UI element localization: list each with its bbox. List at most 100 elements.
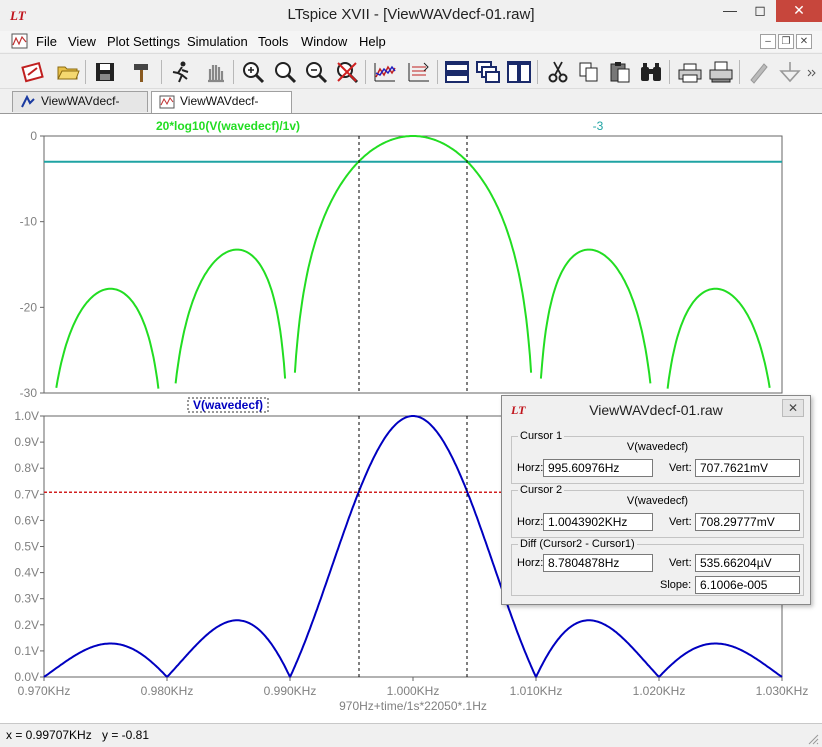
vert-label: Vert: [669,516,692,528]
mdi-close-icon[interactable]: ✕ [796,34,812,49]
db-trace-segment [666,287,771,389]
top-pane[interactable]: 0 -10 -20 -30 20*log10(V(wavedecf)/1v) -3 [20,119,783,400]
new-schematic-icon[interactable] [20,59,46,85]
x-tick-label: 0.980KHz [141,684,194,698]
menu-view[interactable]: View [68,34,96,49]
tab-waveform[interactable]: ViewWAVdecf-01.raw [151,91,292,127]
mdi-minimize-icon[interactable]: – [760,34,776,49]
diff-horz-field[interactable]: 8.7804878Hz [543,554,653,572]
zoom-back-icon[interactable] [303,59,329,85]
close-icon[interactable]: ✕ [776,0,822,22]
menu-file[interactable]: File [36,34,57,49]
mdi-restore-icon[interactable]: ❐ [778,34,794,49]
bottom-y-tick-label: 0.4V [14,566,39,580]
menu-plot-settings[interactable]: Plot Settings [107,34,180,49]
vert-label: Vert: [669,462,692,474]
print-setup-icon[interactable] [708,59,734,85]
minimize-icon[interactable]: — [715,0,745,22]
cursor2-vert-field[interactable]: 708.29777mV [695,513,800,531]
cursor2-horz-field[interactable]: 1.0043902KHz [543,513,653,531]
run-icon[interactable] [168,59,194,85]
window-title: LTspice XVII - [ViewWAVdecf-01.raw] [287,6,535,23]
db-trace-segment [55,287,160,389]
horz-label: Horz: [517,516,544,528]
pick-visible-icon[interactable] [406,59,432,85]
toolbar-separator [365,60,366,84]
x-tick-label: 0.990KHz [264,684,317,698]
schematic-icon [21,95,35,108]
bottom-y-tick-label: 0.9V [14,435,39,449]
top-y-tick-label: -10 [20,215,38,229]
cursor-window-title: ViewWAVdecf-01.raw [589,402,723,418]
close-icon[interactable]: ✕ [782,399,804,417]
tab-schematic[interactable]: ViewWAVdecf-01.asc [12,91,148,127]
find-icon[interactable] [638,59,664,85]
hammer-icon[interactable] [130,59,156,85]
title-bar: LT LTspice XVII - [ViewWAVdecf-01.raw] —… [0,0,822,31]
autorange-icon[interactable] [372,59,398,85]
save-icon[interactable] [92,59,118,85]
tile-horizontal-icon[interactable] [444,59,470,85]
pan-hand-icon[interactable] [202,59,228,85]
cut-icon[interactable] [545,59,571,85]
cursor1-horz-field[interactable]: 995.60976Hz [543,459,653,477]
cursor2-trace: V(wavedecf) [626,495,689,507]
cursor1-group: Cursor 1 V(wavedecf) Horz: 995.60976Hz V… [511,430,804,484]
top-trace-label: 20*log10(V(wavedecf)/1v) [156,119,300,133]
zoom-in-icon[interactable] [240,59,266,85]
maximize-icon[interactable]: ◻ [745,0,775,22]
waveform-icon [159,95,175,109]
toolbar-separator [669,60,670,84]
cursor1-vert-field[interactable]: 707.7621mV [695,459,800,477]
diff-vert-field[interactable]: 535.66204µV [695,554,800,572]
slope-label: Slope: [660,579,692,591]
menu-bar: File View Plot Settings Simulation Tools… [0,31,822,52]
bottom-y-tick-label: 0.5V [14,540,39,554]
x-tick-label: 1.020KHz [633,684,686,698]
status-x-readout: x = 0.99707KHz [6,728,92,742]
zoom-cancel-icon[interactable] [334,59,360,85]
menu-tools[interactable]: Tools [258,34,288,49]
zoom-out-icon[interactable] [272,59,298,85]
diff-label: Diff (Cursor2 - Cursor1) [518,538,637,550]
copy-icon[interactable] [576,59,602,85]
bottom-y-tick-label: 1.0V [14,409,39,423]
resize-grip-icon[interactable] [806,732,819,745]
minus-3db-marker-label: -3 [593,119,604,133]
cascade-icon[interactable] [475,59,501,85]
menu-help[interactable]: Help [359,34,386,49]
cursor1-trace: V(wavedecf) [626,441,689,453]
toolbar-separator [85,60,86,84]
ground-icon[interactable] [777,59,803,85]
bottom-y-tick-label: 0.7V [14,487,39,501]
top-y-tick-label: 0 [30,129,37,143]
toolbar-separator [161,60,162,84]
bottom-y-tick-label: 0.6V [14,513,39,527]
waveform-doc-icon [11,33,28,49]
x-tick-label: 1.000KHz [387,684,440,698]
print-icon[interactable] [677,59,703,85]
menu-window[interactable]: Window [301,34,347,49]
label-net-icon[interactable] [746,59,772,85]
cursor-window-titlebar[interactable]: LT ViewWAVdecf-01.raw ✕ [502,396,810,424]
tab-bar: ViewWAVdecf-01.asc ViewWAVdecf-01.raw [0,89,822,127]
tile-vertical-icon[interactable] [506,59,532,85]
diff-slope-field[interactable]: 6.1006e-005 [695,576,800,594]
open-folder-icon[interactable] [55,59,81,85]
bottom-trace-label: V(wavedecf) [193,398,263,412]
x-tick-label: 1.030KHz [756,684,809,698]
x-axis: 0.970KHz 0.980KHz 0.990KHz 1.000KHz 1.010KHz… [18,677,809,713]
paste-icon[interactable] [607,59,633,85]
top-y-tick-label: -30 [20,386,38,400]
db-trace-segment [293,135,533,373]
cursor-readout-window[interactable]: LT ViewWAVdecf-01.raw ✕ Cursor 1 V(waved… [501,395,811,605]
top-y-tick-label: -20 [20,300,38,314]
bottom-y-tick-label: 0.0V [14,670,39,684]
x-tick-label: 1.010KHz [510,684,563,698]
toolbar-overflow-icon[interactable] [807,68,817,78]
bottom-y-tick-label: 0.1V [14,644,39,658]
toolbar [0,53,822,89]
toolbar-separator [233,60,234,84]
menu-simulation[interactable]: Simulation [187,34,248,49]
bottom-y-tick-label: 0.8V [14,461,39,475]
